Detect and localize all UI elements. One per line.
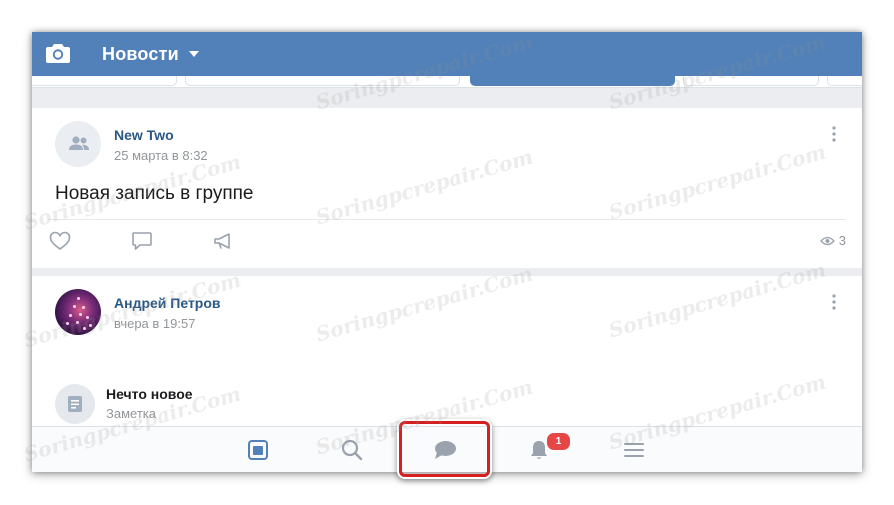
nav-news[interactable] [228,427,288,472]
more-options-icon[interactable] [832,294,836,310]
avatar[interactable] [55,121,101,167]
post-actions: 3 [32,228,862,256]
filter-tab[interactable] [683,76,819,86]
note-icon [68,396,82,412]
avatar[interactable] [55,289,101,335]
note-title[interactable]: Нечто новое [106,386,193,402]
comment-icon[interactable] [131,231,153,251]
caret-down-icon[interactable] [189,51,199,57]
menu-icon [624,443,644,457]
post-time: 25 марта в 8:32 [114,148,208,163]
app-screen: Новости New Two 25 марта в 8:32 Новая за… [32,32,862,472]
filter-tab[interactable] [32,76,177,86]
search-icon [341,439,363,461]
group-icon [69,136,89,150]
nav-notifications[interactable]: 1 [509,427,572,472]
like-icon[interactable] [49,231,71,251]
bottom-navigation: 1 [32,426,862,472]
post-text: Новая запись в группе [55,183,254,204]
filter-tab-active[interactable] [470,76,675,86]
nav-search[interactable] [322,427,382,472]
post-time: вчера в 19:57 [114,316,196,331]
camera-icon[interactable] [46,43,70,63]
news-icon [248,440,268,460]
note-attachment[interactable] [55,384,95,424]
nav-messages[interactable] [415,427,475,472]
filter-tab[interactable] [827,76,862,86]
page-title[interactable]: Новости [102,44,179,65]
share-icon[interactable] [213,231,235,251]
note-subtitle: Заметка [106,406,156,421]
views-count: 3 [838,233,846,248]
views-counter: 3 [819,233,846,248]
notifications-badge: 1 [545,431,572,452]
more-options-icon[interactable] [832,126,836,142]
post-author[interactable]: Андрей Петров [114,295,221,311]
nav-menu[interactable] [604,427,664,472]
post-author[interactable]: New Two [114,127,174,143]
eye-icon [819,236,835,245]
top-bar: Новости [32,32,862,76]
filter-tab[interactable] [185,76,460,86]
feed-post: New Two 25 марта в 8:32 Новая запись в г… [32,108,862,268]
divider [48,219,846,220]
feed-filter-strip [32,76,862,88]
messages-icon [435,441,456,459]
